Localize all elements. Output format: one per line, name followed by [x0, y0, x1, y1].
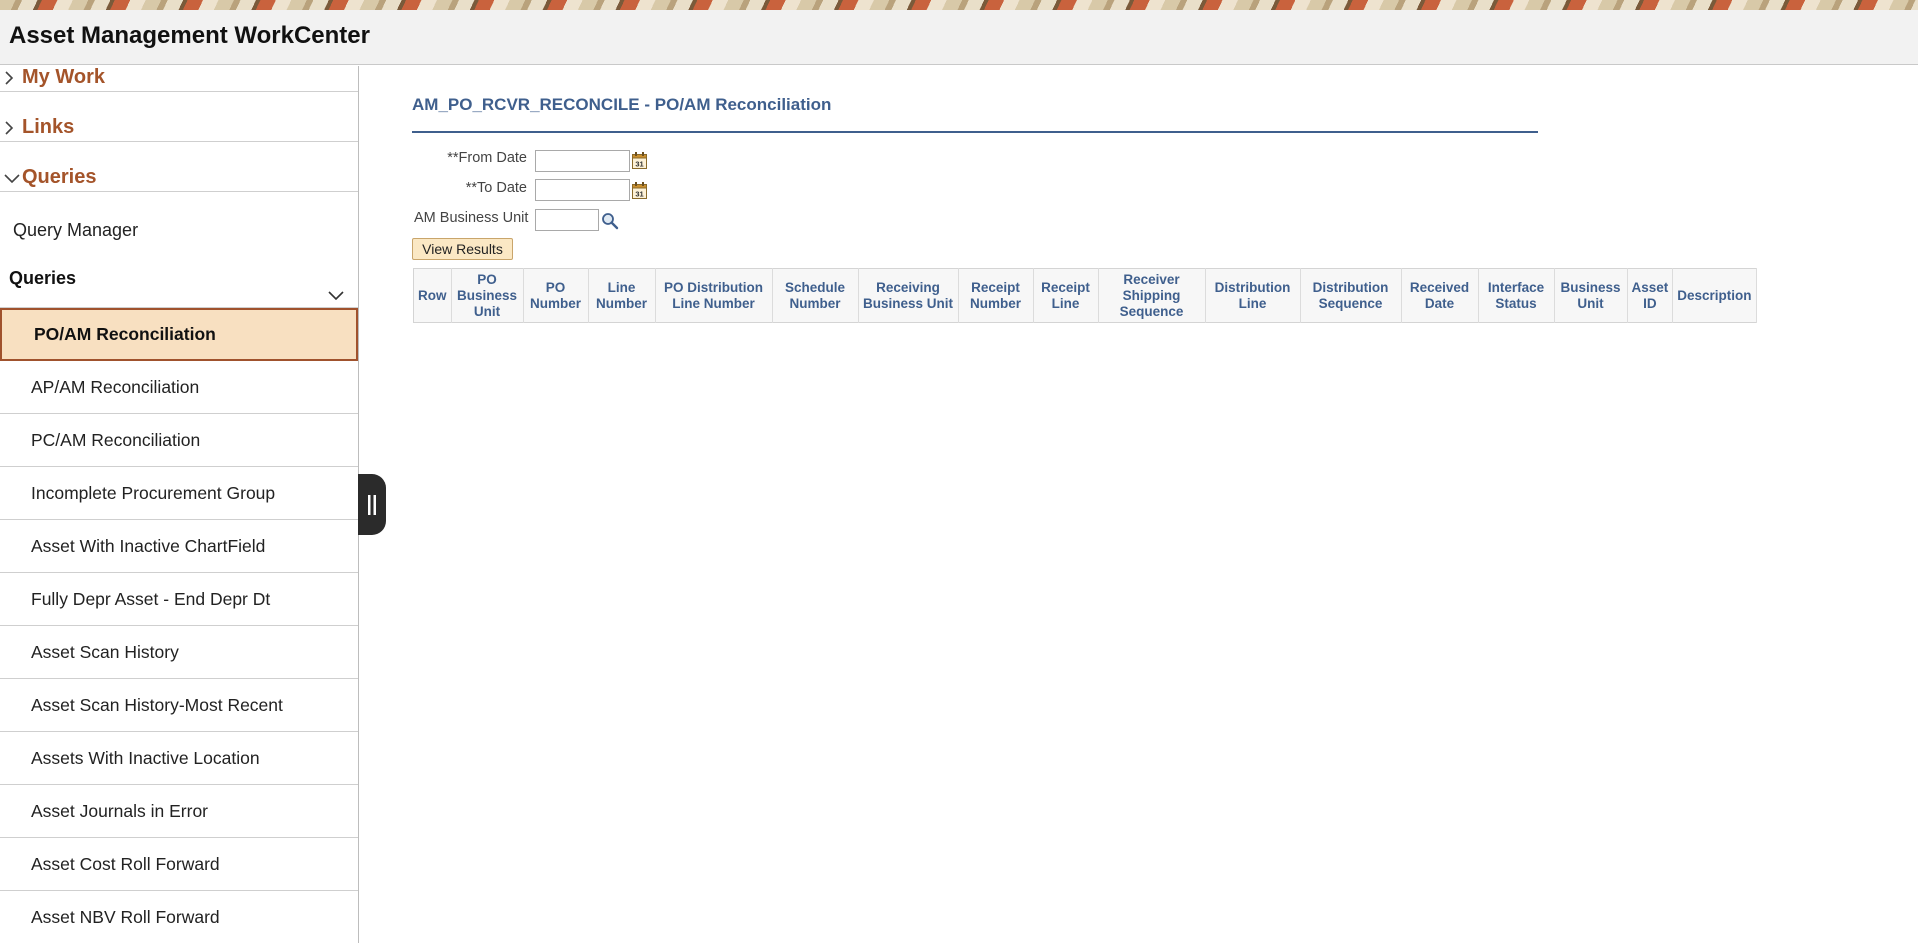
query-item-asset-inactive-chartfield[interactable]: Asset With Inactive ChartField: [0, 520, 358, 573]
sidebar: My Work Links Queries Query Manager Quer…: [0, 66, 359, 943]
column-header[interactable]: PO Number: [523, 268, 589, 323]
query-item-asset-scan-history[interactable]: Asset Scan History: [0, 626, 358, 679]
query-list: PO/AM Reconciliation AP/AM Reconciliatio…: [0, 308, 358, 943]
section-my-work[interactable]: My Work: [0, 66, 358, 92]
query-item-asset-scan-history-recent[interactable]: Asset Scan History-Most Recent: [0, 679, 358, 732]
query-item-fully-depr-asset[interactable]: Fully Depr Asset - End Depr Dt: [0, 573, 358, 626]
from-date-input[interactable]: [535, 150, 630, 172]
column-header[interactable]: Interface Status: [1478, 268, 1555, 323]
query-manager-link[interactable]: Query Manager: [0, 192, 358, 268]
column-header[interactable]: Distribution Sequence: [1300, 268, 1402, 323]
column-header[interactable]: Asset ID: [1627, 268, 1674, 323]
section-queries[interactable]: Queries: [0, 142, 358, 192]
results-header-row: Row PO Business Unit PO Number Line Numb…: [413, 268, 1757, 323]
column-header[interactable]: Receiver Shipping Sequence: [1098, 268, 1206, 323]
results-grid: Row PO Business Unit PO Number Line Numb…: [413, 268, 1757, 323]
column-header[interactable]: PO Business Unit: [451, 268, 524, 323]
sidebar-collapse-handle[interactable]: [358, 474, 386, 535]
query-item-pc-am-reconciliation[interactable]: PC/AM Reconciliation: [0, 414, 358, 467]
column-header[interactable]: Distribution Line: [1205, 268, 1301, 323]
calendar-icon[interactable]: 31: [632, 152, 647, 174]
chevron-right-icon: [4, 67, 22, 89]
column-header[interactable]: Schedule Number: [772, 268, 859, 323]
query-item-asset-cost-roll-forward[interactable]: Asset Cost Roll Forward: [0, 838, 358, 891]
queries-group-header[interactable]: Queries: [0, 268, 358, 308]
from-date-label: **From Date: [447, 150, 527, 166]
column-header[interactable]: Line Number: [588, 268, 656, 323]
svg-text:31: 31: [635, 190, 643, 199]
svg-text:31: 31: [635, 160, 643, 169]
drag-handle-icon: [368, 494, 376, 515]
column-header[interactable]: Receipt Number: [958, 268, 1034, 323]
section-links-label: Links: [22, 116, 75, 138]
calendar-icon[interactable]: 31: [632, 182, 647, 204]
section-queries-label: Queries: [22, 166, 97, 188]
app-header: Asset Management WorkCenter: [0, 10, 1918, 65]
business-unit-input[interactable]: [535, 209, 599, 231]
to-date-label: **To Date: [465, 180, 527, 196]
column-header[interactable]: Business Unit: [1554, 268, 1628, 323]
column-header[interactable]: Description: [1672, 268, 1757, 323]
column-header[interactable]: Receiving Business Unit: [858, 268, 959, 323]
chevron-down-icon[interactable]: [328, 284, 344, 305]
column-header[interactable]: Receipt Line: [1033, 268, 1099, 323]
chevron-right-icon: [4, 117, 22, 139]
business-unit-label: AM Business Unit: [414, 210, 529, 226]
app-title: Asset Management WorkCenter: [9, 22, 370, 49]
view-results-button[interactable]: View Results: [412, 238, 513, 260]
query-item-asset-nbv-roll-forward[interactable]: Asset NBV Roll Forward: [0, 891, 358, 943]
chevron-down-icon: [4, 167, 22, 189]
section-links[interactable]: Links: [0, 92, 358, 142]
query-item-ap-am-reconciliation[interactable]: AP/AM Reconciliation: [0, 361, 358, 414]
section-my-work-label: My Work: [22, 66, 105, 88]
query-item-incomplete-procurement-group[interactable]: Incomplete Procurement Group: [0, 467, 358, 520]
query-item-assets-inactive-location[interactable]: Assets With Inactive Location: [0, 732, 358, 785]
queries-group-label: Queries: [9, 268, 77, 288]
search-icon[interactable]: [601, 212, 619, 235]
header-banner-image: [0, 0, 1918, 10]
query-item-po-am-reconciliation[interactable]: PO/AM Reconciliation: [0, 308, 358, 361]
query-item-asset-journals-error[interactable]: Asset Journals in Error: [0, 785, 358, 838]
page-title: AM_PO_RCVR_RECONCILE - PO/AM Reconciliat…: [412, 95, 832, 114]
column-header[interactable]: PO Distribution Line Number: [655, 268, 773, 323]
column-header[interactable]: Row: [413, 268, 452, 323]
title-divider: [412, 131, 1538, 133]
column-header[interactable]: Received Date: [1401, 268, 1479, 323]
to-date-input[interactable]: [535, 179, 630, 201]
